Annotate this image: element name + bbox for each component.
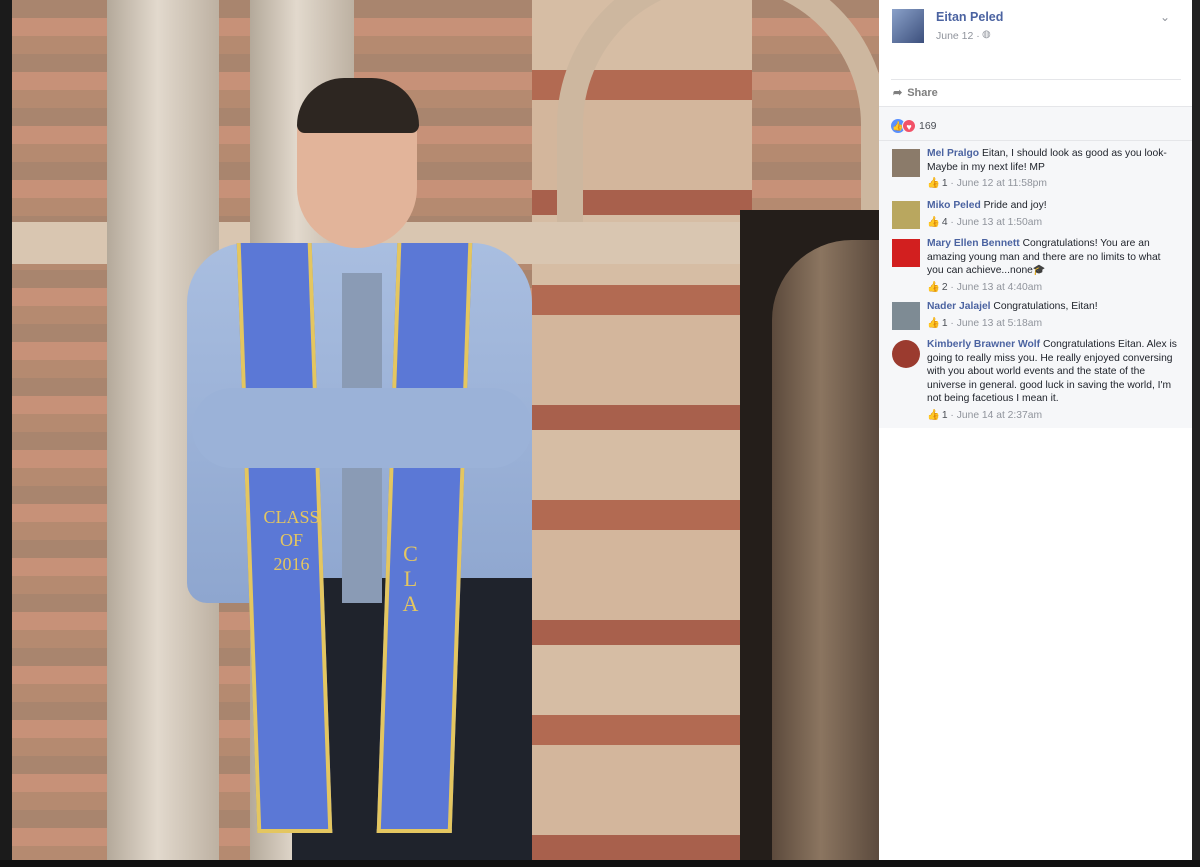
- comment-meta: 👍 2 · June 13 at 4:40am: [927, 281, 1043, 293]
- comment-body: Mel Pralgo Eitan, I should look as good …: [927, 147, 1177, 191]
- commenter-avatar[interactable]: [892, 340, 920, 368]
- comment-time[interactable]: June 14 at 2:37am: [957, 410, 1042, 421]
- share-button[interactable]: ➦ Share: [893, 86, 938, 99]
- stole-text-class: CLASS OF 2016: [263, 507, 320, 574]
- post-date[interactable]: June 12 ·: [936, 30, 980, 42]
- reaction-summary[interactable]: 👍 ♥ 169: [891, 117, 937, 133]
- graduate-figure: CLASS OF 2016 CLA: [182, 78, 542, 860]
- comment-like-count: 1: [941, 178, 948, 189]
- comment-text: Congratulations, Eitan!: [993, 301, 1098, 312]
- comment-body: Kimberly Brawner Wolf Congratulations Ei…: [927, 338, 1177, 422]
- viewer-bottom-edge: [0, 860, 1200, 867]
- commenter-name[interactable]: Kimberly Brawner Wolf: [927, 339, 1040, 350]
- post-header: Eitan Peled June 12 · ◍ ⌄: [879, 0, 1192, 80]
- like-thumb-icon[interactable]: 👍: [927, 410, 940, 421]
- comment-body: Mary Ellen Bennett Congratulations! You …: [927, 237, 1177, 294]
- comment-like-count: 2: [941, 281, 948, 293]
- comment-meta: 👍 4 · June 13 at 1:50am: [927, 216, 1043, 228]
- like-thumb-icon[interactable]: 👍: [927, 282, 940, 293]
- comment-like-count: 4: [941, 216, 948, 228]
- commenter-name[interactable]: Nader Jalajel: [927, 301, 991, 312]
- author-avatar[interactable]: [892, 9, 924, 43]
- comment-meta: 👍 1 · June 14 at 2:37am: [927, 409, 1043, 421]
- crossed-arms: [192, 388, 532, 468]
- share-label: Share: [907, 87, 938, 99]
- chevron-down-icon[interactable]: ⌄: [1160, 10, 1170, 24]
- like-thumb-icon[interactable]: 👍: [927, 217, 940, 228]
- commenter-name[interactable]: Miko Peled: [927, 200, 981, 211]
- share-icon: ➦: [893, 87, 903, 99]
- hair: [297, 78, 419, 133]
- commenter-avatar[interactable]: [892, 239, 920, 267]
- comment-meta: 👍 1 · June 12 at 11:58pm: [927, 178, 1047, 189]
- like-thumb-icon[interactable]: 👍: [927, 178, 940, 189]
- comment-time[interactable]: June 12 at 11:58pm: [957, 178, 1047, 189]
- globe-icon: ◍: [982, 29, 991, 40]
- comment-like-count: 1: [941, 317, 948, 329]
- like-thumb-icon[interactable]: 👍: [927, 318, 940, 329]
- comment-time[interactable]: June 13 at 5:18am: [957, 318, 1042, 329]
- commenter-avatar[interactable]: [892, 149, 920, 177]
- reaction-divider: [879, 140, 1192, 141]
- post-photo[interactable]: CLASS OF 2016 CLA: [12, 0, 879, 860]
- post-sidebar: Eitan Peled June 12 · ◍ ⌄ ➦ Share 👍 ♥ 169 M…: [879, 0, 1192, 860]
- stole-text-school: CLA: [398, 540, 423, 616]
- commenter-name[interactable]: Mel Pralgo: [927, 148, 979, 159]
- header-divider: [891, 79, 1181, 80]
- viewer-right-edge: [1192, 0, 1200, 860]
- author-name[interactable]: Eitan Peled: [936, 10, 1003, 24]
- love-icon: ♥: [902, 118, 916, 133]
- reaction-count: 169: [919, 119, 937, 132]
- comments-section: 👍 ♥ 169 Mel Pralgo Eitan, I should look as…: [879, 106, 1192, 428]
- commenter-avatar[interactable]: [892, 302, 920, 330]
- commenter-name[interactable]: Mary Ellen Bennett: [927, 238, 1020, 249]
- commenter-avatar[interactable]: [892, 201, 920, 229]
- comment-text: Pride and joy!: [983, 200, 1047, 211]
- comment-time[interactable]: June 13 at 4:40am: [957, 282, 1042, 293]
- wooden-door: [772, 240, 879, 860]
- comment-meta: 👍 1 · June 13 at 5:18am: [927, 317, 1043, 329]
- comment-body: Miko Peled Pride and joy! 👍 4 · June 13 a…: [927, 199, 1177, 229]
- comment-body: Nader Jalajel Congratulations, Eitan! 👍 1…: [927, 300, 1177, 330]
- comment-time[interactable]: June 13 at 1:50am: [957, 217, 1042, 228]
- comment-like-count: 1: [941, 409, 948, 421]
